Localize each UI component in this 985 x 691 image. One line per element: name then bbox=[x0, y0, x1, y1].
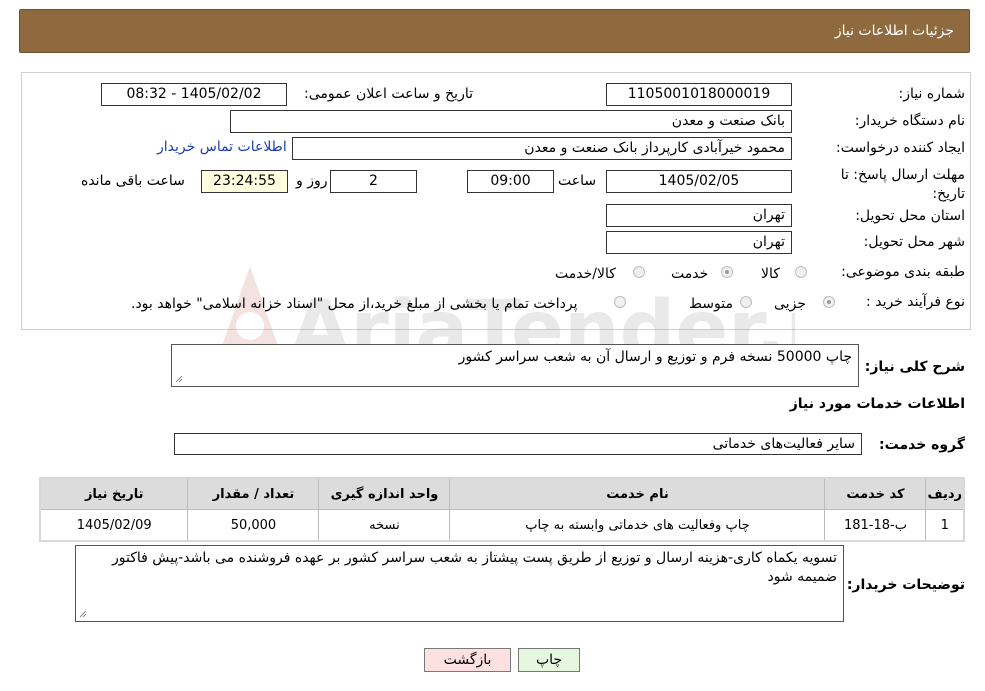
col-row: ردیف bbox=[925, 477, 965, 510]
table-header-row: ردیف کد خدمت نام خدمت واحد اندازه گیری ت… bbox=[39, 477, 965, 510]
col-unit: واحد اندازه گیری bbox=[318, 477, 451, 510]
service-group-field: سایر فعالیت‌های خدماتی bbox=[174, 433, 862, 455]
notes-label: توضیحات خریدار: bbox=[846, 577, 965, 593]
category-label: طبقه بندی موضوعی: bbox=[841, 264, 965, 280]
process-label: نوع فرآیند خرید : bbox=[866, 294, 965, 310]
table-row: 1 ب-18-181 چاپ وفعالیت های خدماتی وابسته… bbox=[39, 509, 965, 542]
category-option-goods: کالا bbox=[761, 266, 780, 282]
province-label: استان محل تحویل: bbox=[855, 208, 965, 224]
announce-label: تاریخ و ساعت اعلان عمومی: bbox=[304, 86, 473, 102]
back-button[interactable]: بازگشت bbox=[424, 648, 511, 672]
print-button[interactable]: چاپ bbox=[518, 648, 580, 672]
need-number-label: شماره نیاز: bbox=[898, 86, 966, 102]
remaining-time-field: 23:24:55 bbox=[201, 170, 288, 193]
buyer-field: بانک صنعت و معدن bbox=[230, 110, 792, 133]
services-table: ردیف کد خدمت نام خدمت واحد اندازه گیری ت… bbox=[39, 477, 965, 542]
days-label: روز و bbox=[296, 173, 328, 189]
city-label: شهر محل تحویل: bbox=[863, 234, 965, 250]
resize-grip-icon[interactable] bbox=[175, 375, 183, 383]
col-need-date: تاریخ نیاز bbox=[39, 477, 189, 510]
cell-quantity: 50,000 bbox=[187, 509, 320, 542]
cell-service-code: ب-18-181 bbox=[824, 509, 927, 542]
notes-text: تسویه یکماه کاری-هزینه ارسال و توزیع از … bbox=[111, 550, 837, 585]
time-label: ساعت bbox=[558, 173, 597, 189]
cell-unit: نسخه bbox=[318, 509, 451, 542]
buyer-contact-link[interactable]: اطلاعات تماس خریدار bbox=[157, 139, 287, 155]
deadline-time-field: 09:00 bbox=[467, 170, 554, 193]
remaining-label: ساعت باقی مانده bbox=[81, 173, 185, 189]
category-option-service: خدمت bbox=[671, 266, 709, 282]
province-field: تهران bbox=[606, 204, 792, 227]
process-radio-minor[interactable] bbox=[823, 296, 835, 308]
category-radio-goods[interactable] bbox=[795, 266, 807, 278]
announce-field: 1405/02/02 - 08:32 bbox=[101, 83, 287, 106]
treasury-checkbox[interactable] bbox=[614, 296, 626, 308]
category-radio-service[interactable] bbox=[721, 266, 733, 278]
process-note: پرداخت تمام یا بخشی از مبلغ خرید،از محل … bbox=[131, 296, 578, 312]
page-header: جزئیات اطلاعات نیاز bbox=[19, 9, 970, 53]
cell-row: 1 bbox=[925, 509, 965, 542]
resize-grip-icon[interactable] bbox=[79, 610, 87, 618]
page-title: جزئیات اطلاعات نیاز bbox=[834, 23, 954, 39]
summary-text: چاپ 50000 نسخه فرم و توزیع و ارسال آن به… bbox=[458, 349, 852, 365]
buyer-label: نام دستگاه خریدار: bbox=[854, 113, 965, 129]
services-section-title: اطلاعات خدمات مورد نیاز bbox=[789, 396, 965, 412]
category-radio-goods-service[interactable] bbox=[633, 266, 645, 278]
process-option-minor: جزیی bbox=[774, 296, 806, 312]
col-quantity: تعداد / مقدار bbox=[187, 477, 320, 510]
service-group-label: گروه خدمت: bbox=[879, 437, 965, 453]
col-service-name: نام خدمت bbox=[449, 477, 826, 510]
category-option-goods-service: کالا/خدمت bbox=[555, 266, 616, 282]
col-service-code: کد خدمت bbox=[824, 477, 927, 510]
summary-label: شرح کلی نیاز: bbox=[864, 359, 965, 375]
need-number-field: 1105001018000019 bbox=[606, 83, 792, 106]
notes-field: تسویه یکماه کاری-هزینه ارسال و توزیع از … bbox=[75, 545, 844, 622]
deadline-label: مهلت ارسال پاسخ: تا تاریخ: bbox=[840, 167, 965, 202]
days-field: 2 bbox=[330, 170, 417, 193]
cell-service-name: چاپ وفعالیت های خدماتی وابسته به چاپ bbox=[449, 509, 826, 542]
summary-field: چاپ 50000 نسخه فرم و توزیع و ارسال آن به… bbox=[171, 344, 859, 387]
cell-need-date: 1405/02/09 bbox=[39, 509, 189, 542]
process-radio-medium[interactable] bbox=[740, 296, 752, 308]
city-field: تهران bbox=[606, 231, 792, 254]
creator-field: محمود خیرآبادی کارپرداز بانک صنعت و معدن bbox=[292, 137, 792, 160]
process-option-medium: متوسط bbox=[689, 296, 733, 312]
deadline-date-field: 1405/02/05 bbox=[606, 170, 792, 193]
creator-label: ایجاد کننده درخواست: bbox=[836, 140, 965, 156]
